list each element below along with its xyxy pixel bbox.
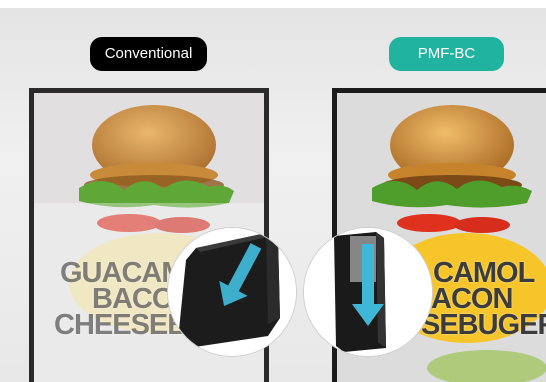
panel-text-line: SEBUGER: [421, 309, 546, 341]
conventional-bezel-zoom: [168, 228, 296, 356]
pmf-bc-badge: PMF-BC: [389, 37, 504, 71]
pmf-bc-bezel-zoom: [304, 228, 432, 356]
top-strip: [0, 0, 546, 8]
conventional-badge: Conventional: [90, 37, 207, 71]
